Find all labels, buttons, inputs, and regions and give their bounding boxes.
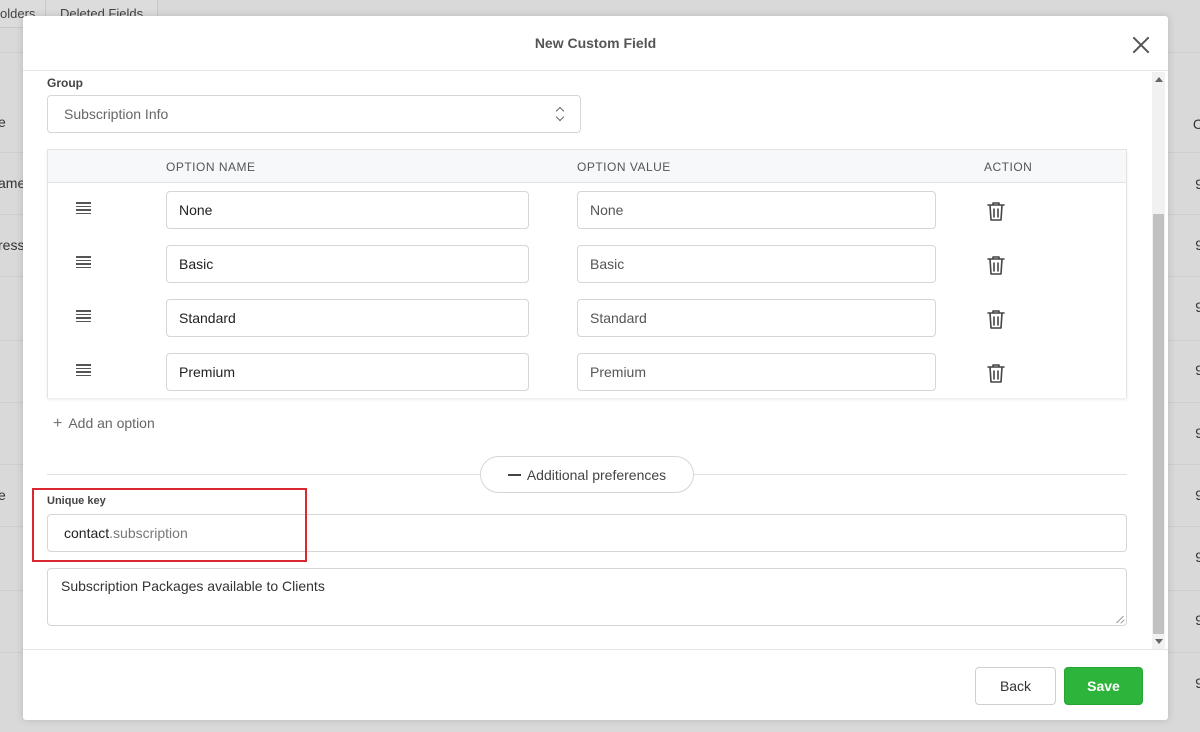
option-name-input[interactable]: Basic bbox=[166, 245, 529, 283]
option-row: Premium Premium bbox=[48, 345, 1126, 399]
close-icon[interactable] bbox=[1132, 36, 1150, 54]
group-label: Group bbox=[47, 76, 83, 90]
scroll-up-arrow-icon[interactable] bbox=[1155, 77, 1163, 82]
unique-key-label: Unique key bbox=[47, 495, 106, 507]
group-select[interactable]: Subscription Info bbox=[47, 95, 581, 133]
unique-key-input[interactable]: contact.subscription bbox=[47, 514, 1127, 552]
column-header-option-value: OPTION VALUE bbox=[577, 160, 671, 174]
column-header-option-name: OPTION NAME bbox=[166, 160, 256, 174]
add-option-label: Add an option bbox=[68, 415, 155, 431]
plus-icon: + bbox=[53, 415, 63, 432]
options-table: OPTION NAME OPTION VALUE ACTION None Non… bbox=[47, 149, 1127, 398]
drag-handle-icon[interactable] bbox=[76, 202, 91, 214]
save-button[interactable]: Save bbox=[1064, 667, 1143, 705]
drag-handle-icon[interactable] bbox=[76, 364, 91, 376]
modal-title: New Custom Field bbox=[534, 35, 657, 51]
background-cell-text: 9 bbox=[1195, 675, 1200, 691]
column-header-action: ACTION bbox=[984, 160, 1033, 174]
chevron-updown-icon bbox=[555, 106, 566, 124]
scrollbar-thumb[interactable] bbox=[1153, 214, 1164, 634]
background-cell-text: e bbox=[0, 487, 6, 503]
modal-scrollbar[interactable] bbox=[1152, 72, 1165, 649]
drag-handle-icon[interactable] bbox=[76, 256, 91, 268]
scroll-down-arrow-icon[interactable] bbox=[1155, 639, 1163, 644]
options-table-header: OPTION NAME OPTION VALUE ACTION bbox=[48, 150, 1126, 183]
resize-grip-icon[interactable] bbox=[1116, 615, 1124, 623]
option-value-input[interactable]: Premium bbox=[577, 353, 936, 391]
modal-header: New Custom Field bbox=[23, 16, 1168, 71]
option-value-input[interactable]: Basic bbox=[577, 245, 936, 283]
modal-body: Group Subscription Info OPTION NAME OPTI… bbox=[23, 72, 1168, 649]
background-cell-text: 9 bbox=[1195, 299, 1200, 315]
trash-icon[interactable] bbox=[986, 254, 1006, 276]
unique-key-suffix: .subscription bbox=[109, 525, 188, 541]
option-row: None None bbox=[48, 183, 1126, 237]
new-custom-field-modal: New Custom Field Group Subscription Info… bbox=[23, 16, 1168, 720]
background-cell-text: C bbox=[1192, 116, 1200, 132]
background-cell-text: 9 bbox=[1195, 176, 1200, 192]
option-name-input[interactable]: Premium bbox=[166, 353, 529, 391]
option-name-input[interactable]: Standard bbox=[166, 299, 529, 337]
add-option-button[interactable]: + Add an option bbox=[53, 415, 155, 433]
background-cell-text: ress bbox=[0, 237, 25, 253]
option-name-input[interactable]: None bbox=[166, 191, 529, 229]
background-cell-text: 9 bbox=[1195, 425, 1200, 441]
background-cell-text: 9 bbox=[1195, 487, 1200, 503]
modal-footer: Back Save bbox=[23, 649, 1168, 720]
option-value-input[interactable]: None bbox=[577, 191, 936, 229]
option-row: Standard Standard bbox=[48, 291, 1126, 345]
background-cell-text: ame bbox=[0, 175, 26, 191]
drag-handle-icon[interactable] bbox=[76, 310, 91, 322]
option-value-input[interactable]: Standard bbox=[577, 299, 936, 337]
option-row: Basic Basic bbox=[48, 237, 1126, 291]
additional-preferences-toggle[interactable]: Additional preferences bbox=[480, 456, 694, 493]
unique-key-prefix: contact bbox=[64, 525, 110, 541]
trash-icon[interactable] bbox=[986, 362, 1006, 384]
minus-icon bbox=[507, 473, 521, 476]
description-text: Subscription Packages available to Clien… bbox=[61, 578, 325, 594]
background-cell-text: e bbox=[0, 114, 6, 130]
background-cell-text: 9 bbox=[1195, 362, 1200, 378]
background-cell-text: 9 bbox=[1195, 612, 1200, 628]
trash-icon[interactable] bbox=[986, 200, 1006, 222]
back-button[interactable]: Back bbox=[975, 667, 1056, 705]
description-textarea[interactable]: Subscription Packages available to Clien… bbox=[47, 568, 1127, 626]
background-cell-text: 9 bbox=[1195, 237, 1200, 253]
background-cell-text: 9 bbox=[1195, 549, 1200, 565]
group-select-value: Subscription Info bbox=[64, 106, 169, 122]
trash-icon[interactable] bbox=[986, 308, 1006, 330]
additional-preferences-label: Additional preferences bbox=[526, 467, 667, 483]
